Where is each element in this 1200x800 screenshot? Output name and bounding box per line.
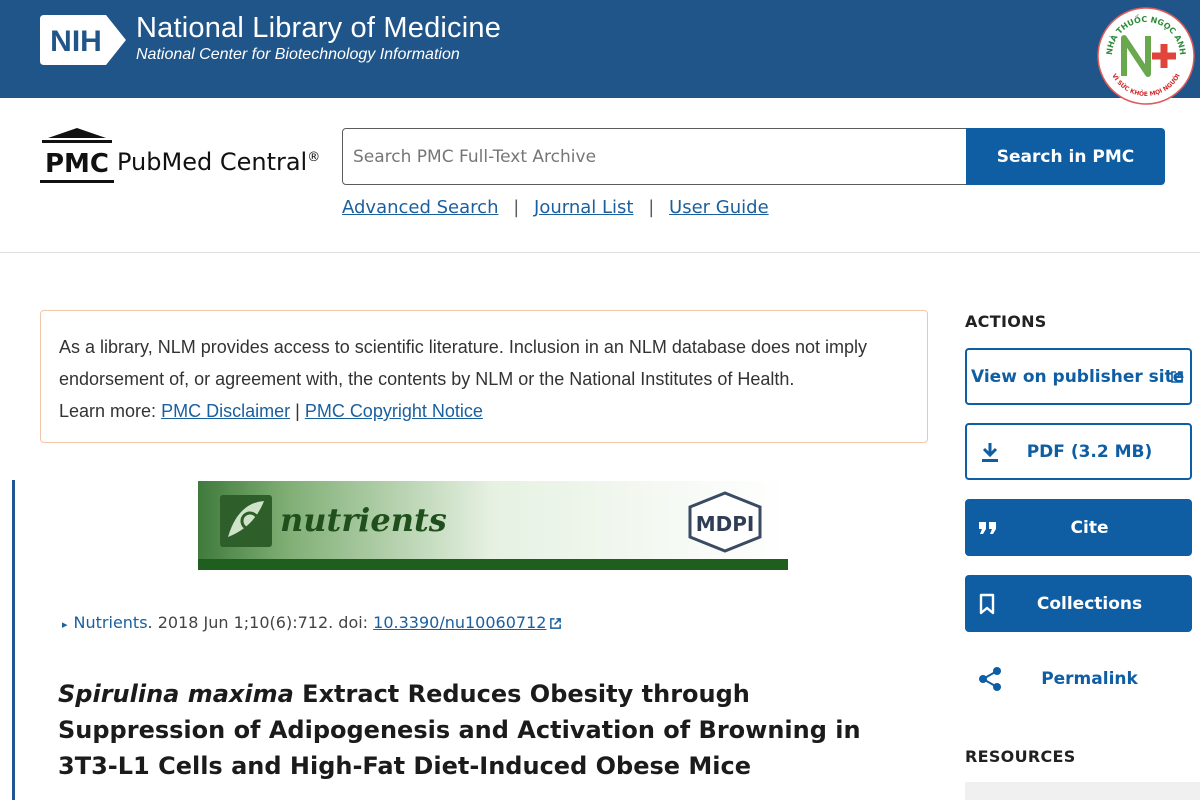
- nih-subtitle: National Center for Biotechnology Inform…: [136, 46, 460, 63]
- cite-label: Cite: [1070, 517, 1109, 538]
- learn-more-label: Learn more:: [59, 401, 157, 421]
- pharmacy-watermark-logo: NHÀ THUỐC NGỌC ANH VÌ SỨC KHỎE MỌI NGƯỜI: [1097, 7, 1195, 105]
- pdf-label: PDF (3.2 MB): [1026, 441, 1153, 462]
- nih-logo-icon[interactable]: NIH: [40, 13, 128, 67]
- external-link-icon: [1170, 370, 1184, 384]
- resources-heading: RESOURCES: [965, 747, 1076, 766]
- permalink-label: Permalink: [1041, 668, 1138, 689]
- user-guide-link[interactable]: User Guide: [669, 197, 769, 218]
- nih-title: National Library of Medicine: [136, 12, 502, 44]
- disclaimer-learn-more: Learn more: PMC Disclaimer | PMC Copyrig…: [59, 395, 909, 427]
- external-link-icon[interactable]: [549, 617, 562, 630]
- actions-heading: ACTIONS: [965, 312, 1047, 331]
- collections-button[interactable]: Collections: [965, 575, 1192, 632]
- pmc-logo-icon[interactable]: PMC: [40, 128, 114, 184]
- registered-mark: ®: [307, 150, 321, 165]
- link-separator: |: [513, 197, 520, 218]
- link-separator: |: [648, 197, 655, 218]
- disclaimer-text: As a library, NLM provides access to sci…: [59, 337, 868, 389]
- mdpi-logo-icon: MDPI: [688, 491, 762, 553]
- pmc-site-name[interactable]: PubMed Central®: [117, 148, 320, 176]
- article-citation: ▸ Nutrients. 2018 Jun 1;10(6):712. doi: 1…: [62, 613, 562, 632]
- journal-banner[interactable]: nutrients MDPI: [198, 481, 788, 570]
- expand-triangle-icon[interactable]: ▸: [62, 618, 68, 631]
- article-title: Spirulina maxima Extract Reduces Obesity…: [58, 676, 918, 784]
- pmc-disclaimer-link[interactable]: PMC Disclaimer: [161, 401, 290, 421]
- view-publisher-site-button[interactable]: View on publisher site: [965, 348, 1192, 405]
- cite-button[interactable]: Cite: [965, 499, 1192, 556]
- article-title-italic: Spirulina maxima: [58, 680, 294, 708]
- search-button[interactable]: Search in PMC: [966, 128, 1165, 185]
- citation-details: . 2018 Jun 1;10(6):712. doi:: [147, 613, 374, 632]
- resources-accordion[interactable]: [965, 782, 1200, 800]
- permalink-button[interactable]: Permalink: [965, 650, 1192, 707]
- publisher-site-label: View on publisher site: [971, 366, 1185, 387]
- disclaimer-separator: |: [295, 401, 300, 421]
- search-input[interactable]: [342, 128, 967, 185]
- mdpi-text: MDPI: [696, 512, 755, 536]
- nlm-disclaimer-box: As a library, NLM provides access to sci…: [40, 310, 928, 443]
- nih-logo-text: NIH: [50, 25, 102, 58]
- doi-link[interactable]: 10.3390/nu10060712: [373, 613, 546, 632]
- search-sub-links: Advanced Search | Journal List | User Gu…: [342, 197, 769, 218]
- pmc-copyright-link[interactable]: PMC Copyright Notice: [305, 401, 483, 421]
- journal-name: nutrients: [280, 501, 447, 539]
- journal-list-link[interactable]: Journal List: [534, 197, 633, 218]
- advanced-search-link[interactable]: Advanced Search: [342, 197, 498, 218]
- pmc-name-text: PubMed Central: [117, 148, 308, 176]
- nih-banner: NIH National Library of Medicine Nationa…: [0, 0, 1200, 105]
- pmc-logo-text: PMC: [45, 149, 109, 179]
- nutrients-logo-icon: [220, 495, 272, 547]
- pmc-header: PMC PubMed Central® Search in PMC Advanc…: [0, 98, 1200, 253]
- pdf-download-button[interactable]: PDF (3.2 MB): [965, 423, 1192, 480]
- journal-link[interactable]: Nutrients: [74, 613, 148, 632]
- collections-label: Collections: [1036, 593, 1143, 614]
- article-accent-bar: [12, 480, 15, 800]
